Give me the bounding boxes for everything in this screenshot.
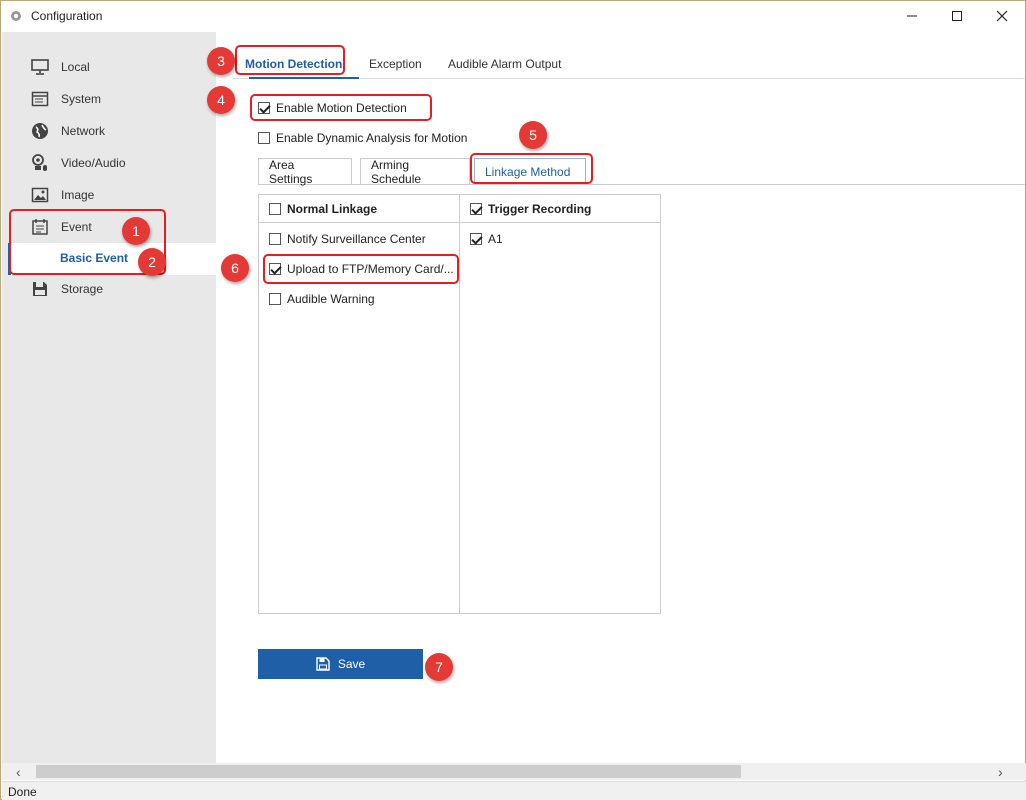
floppy-icon [31,280,49,298]
subtab-label: Arming Schedule [371,157,422,186]
sidebar-item-label: Video/Audio [61,156,126,170]
system-window-icon [31,90,49,108]
scroll-right-arrow-icon[interactable]: › [998,764,1003,780]
highlight-box-motion-detection [235,45,345,75]
sidebar-item-label: Image [61,188,95,202]
maximize-button[interactable] [934,1,980,31]
enable-dynamic-analysis-label: Enable Dynamic Analysis for Motion [276,131,468,145]
save-floppy-icon [316,657,330,671]
window-title: Configuration [31,9,103,23]
audible-warning-label: Audible Warning [287,292,375,306]
horizontal-scrollbar[interactable]: ‹ › [2,763,1026,780]
active-tab-underline [249,77,359,79]
sidebar-item-label: Network [61,124,106,138]
notify-surveillance-label: Notify Surveillance Center [287,232,426,246]
marker-3: 3 [207,47,235,75]
sidebar-item-image[interactable]: Image [2,180,216,210]
status-bar: Done [2,781,1026,800]
enable-dynamic-analysis-option[interactable]: Enable Dynamic Analysis for Motion [258,131,467,145]
subtab-arming-schedule[interactable]: Arming Schedule [360,157,470,186]
normal-linkage-header[interactable]: Normal Linkage [259,195,459,223]
sidebar-item-video-audio[interactable]: Video/Audio [2,148,216,178]
save-button[interactable]: Save [258,649,423,679]
list-item[interactable]: Audible Warning [269,292,375,306]
app-gear-icon [11,11,21,21]
marker-4: 4 [207,86,235,114]
save-label: Save [337,657,366,671]
scrollbar-thumb[interactable] [36,765,741,778]
minimize-button[interactable] [889,1,935,31]
highlight-box-upload-ftp [263,254,459,284]
maximize-icon [952,11,962,21]
close-icon [996,10,1008,22]
image-icon [31,186,49,204]
trigger-recording-checkbox[interactable] [470,202,482,215]
audible-warning-checkbox[interactable] [269,293,281,305]
marker-5: 5 [519,121,547,149]
highlight-box-enable-motion [250,94,432,121]
camera-mic-icon [31,154,49,172]
list-item[interactable]: A1 [470,232,503,246]
marker-6: 6 [221,254,249,282]
marker-2: 2 [138,248,166,276]
trigger-recording-header[interactable]: Trigger Recording [460,195,661,223]
minimize-icon [907,15,917,17]
subtab-area-settings[interactable]: Area Settings [258,157,352,186]
globe-icon [31,122,49,140]
trigger-recording-title: Trigger Recording [488,201,592,216]
sidebar-item-label: System [61,92,102,106]
list-item[interactable]: Notify Surveillance Center [269,232,426,246]
subtab-label: Area Settings [269,157,313,186]
sidebar-item-storage[interactable]: Storage [2,274,216,304]
main-content: Motion Detection Exception Audible Alarm… [216,32,1025,763]
configuration-window: Configuration Local System Network Video… [0,0,1026,800]
sidebar-item-network[interactable]: Network [2,116,216,146]
a1-label: A1 [488,232,503,246]
sidebar: Local System Network Video/Audio Image E… [2,32,216,763]
sidebar-item-label: Storage [61,282,104,296]
normal-linkage-checkbox[interactable] [269,202,281,215]
scroll-left-arrow-icon[interactable]: ‹ [16,764,21,780]
monitor-icon [31,58,49,76]
marker-7: 7 [425,653,453,681]
title-bar: Configuration [1,1,1025,31]
a1-checkbox[interactable] [470,233,482,245]
status-text: Done [8,785,37,799]
tab-exception[interactable]: Exception [369,57,422,71]
top-tab-bar: Motion Detection Exception Audible Alarm… [233,49,1025,79]
sidebar-item-system[interactable]: System [2,84,216,114]
trigger-recording-column: Trigger Recording A1 [460,195,661,613]
sub-tab-bar: Area Settings Arming Schedule Linkage Me… [258,154,1025,186]
sidebar-item-label: Local [61,60,90,74]
marker-1: 1 [122,217,150,245]
close-button[interactable] [979,1,1025,31]
notify-surveillance-checkbox[interactable] [269,233,281,245]
normal-linkage-title: Normal Linkage [287,201,378,216]
tab-audible-alarm-output[interactable]: Audible Alarm Output [448,57,561,71]
highlight-box-linkage-method [470,153,593,184]
sidebar-item-local[interactable]: Local [2,52,216,82]
enable-dynamic-analysis-checkbox[interactable] [258,132,270,144]
